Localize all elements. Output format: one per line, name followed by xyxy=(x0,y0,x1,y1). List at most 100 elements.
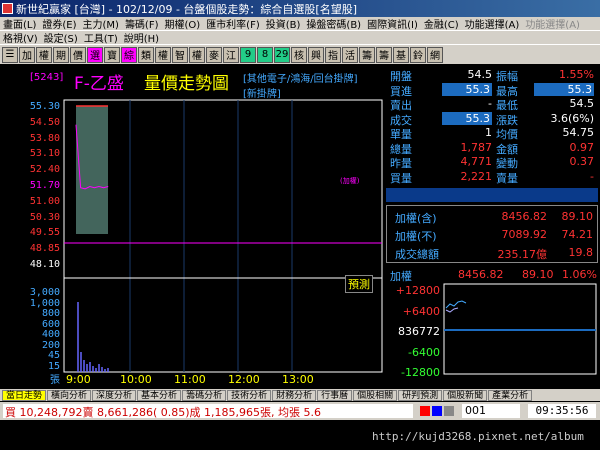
tab-8[interactable]: 個股相關 xyxy=(353,389,398,401)
toolbar-button[interactable]: 類 xyxy=(138,46,154,63)
toolbar-button[interactable]: 8 xyxy=(257,46,273,63)
menu-item[interactable]: 格視(V) xyxy=(0,30,41,45)
volume-tick-label: 45 xyxy=(47,350,60,361)
volume-tick-label: 400 xyxy=(41,329,60,340)
index-row: 成交總額 235.17億 19.8 xyxy=(387,246,599,261)
toolbar-button[interactable]: 籌 xyxy=(376,46,392,63)
menu-item[interactable]: 工具(T) xyxy=(81,30,121,45)
tab-5[interactable]: 技術分析 xyxy=(227,389,272,401)
quote-row: 單量 1 均價 54.75 xyxy=(386,126,598,141)
menu-item[interactable]: 期權(O) xyxy=(162,16,204,31)
toolbar-button[interactable]: 麥 xyxy=(206,46,222,63)
time-tick-label: 9:00 xyxy=(66,373,91,386)
stock-id: [5243] xyxy=(30,72,64,83)
index-row: 加權(不) 7089.92 74.21 xyxy=(387,228,599,243)
tab-9[interactable]: 研判預測 xyxy=(398,389,443,401)
index-label: 成交總額 xyxy=(395,248,439,261)
toolbar-button[interactable]: 綜 xyxy=(121,46,137,63)
quote-row: 開盤 54.5 振幅 1.55% xyxy=(386,68,598,83)
toolbar: ☰ 加 權 期 價 選 寶 綜 類 權 智 權 麥 江 9 8 29 核 興 指… xyxy=(0,45,600,64)
price-tick-label: 48.85 xyxy=(29,243,60,255)
quote-value: 3.6(6%) xyxy=(550,111,594,125)
clock: 09:35:56 xyxy=(528,404,596,418)
toolbar-button[interactable]: 智 xyxy=(172,46,188,63)
toolbar-button[interactable]: 寶 xyxy=(104,46,120,63)
toolbar-button[interactable]: 加 xyxy=(19,46,35,63)
quote-label: 賣量 xyxy=(496,171,518,185)
category-link[interactable]: [新掛牌] xyxy=(243,85,281,100)
toolbar-button[interactable]: 基 xyxy=(393,46,409,63)
title-bar: 新世紀贏家 [台灣] - 102/12/09 - 台盤個股走勢：綜合自選股[名望… xyxy=(0,0,600,17)
red-indicator xyxy=(420,406,430,416)
toolbar-button[interactable]: 網 xyxy=(427,46,443,63)
toolbar-button[interactable]: 選 xyxy=(87,46,103,63)
toolbar-button[interactable]: ☰ xyxy=(2,46,18,63)
toolbar-button[interactable]: 價 xyxy=(70,46,86,63)
menu-item[interactable]: 畫面(L) xyxy=(0,16,39,31)
watermark: http://kujd3268.pixnet.net/album xyxy=(372,430,584,443)
toolbar-button[interactable]: 鈴 xyxy=(410,46,426,63)
tab-0[interactable]: 當日走勢 xyxy=(2,389,47,401)
volume-tick-label: 15 xyxy=(47,360,60,372)
menu-item-disabled: 功能選擇(A) xyxy=(525,20,580,31)
menu-item[interactable]: 金融(C) xyxy=(421,16,462,31)
toolbar-button[interactable]: 期 xyxy=(53,46,69,63)
gray-indicator xyxy=(444,406,454,416)
tab-2[interactable]: 深度分析 xyxy=(92,389,137,401)
index-row: 加權(含) 8456.82 89.10 xyxy=(387,210,599,225)
index-change: 19.8 xyxy=(568,246,594,259)
index-change: 74.21 xyxy=(561,228,594,241)
time-tick-label: 12:00 xyxy=(228,373,260,386)
menu-item[interactable]: 國際資訊(I) xyxy=(364,16,421,31)
toolbar-button[interactable]: 核 xyxy=(291,46,307,63)
status-bar: 買 10,248,792賣 8,661,286( 0.85)成 1,185,96… xyxy=(0,402,600,420)
quote-row: 昨量 4,771 變動 0.37 xyxy=(386,155,598,170)
toolbar-button[interactable]: 9 xyxy=(240,46,256,63)
category-link[interactable]: [其他電子/鴻海/回台掛牌] xyxy=(243,70,358,85)
tab-6[interactable]: 財務分析 xyxy=(272,389,317,401)
toolbar-button[interactable]: 權 xyxy=(36,46,52,63)
toolbar-button[interactable]: 29 xyxy=(274,46,290,63)
menu-item[interactable]: 操盤密碼(B) xyxy=(303,16,364,31)
toolbar-button[interactable]: 興 xyxy=(308,46,324,63)
quote-value: 2,221 xyxy=(460,169,493,183)
index-mini-chart[interactable]: 加權 8456.82 89.10 1.06% +12800 +6400 836772… xyxy=(386,268,598,379)
tab-3[interactable]: 基本分析 xyxy=(137,389,182,401)
menu-bar-main: 畫面(L) 證券(E) 主力(M) 籌碼(F) 期權(O) 匯市利率(F) 投資… xyxy=(0,17,600,31)
menu-item[interactable]: 說明(H) xyxy=(121,30,162,45)
toolbar-button[interactable]: 指 xyxy=(325,46,341,63)
market-ticker: 買 10,248,792賣 8,661,286( 0.85)成 1,185,96… xyxy=(3,404,413,418)
menu-item[interactable]: 匯市利率(F) xyxy=(203,16,263,31)
analysis-tabs: 當日走勢 橫向分析 深度分析 基本分析 籌碼分析 技術分析 財務分析 行事曆 個股相關 研判預測個… xyxy=(0,389,600,401)
tab-7[interactable]: 行事曆 xyxy=(317,389,353,401)
toolbar-button[interactable]: 權 xyxy=(189,46,205,63)
tab-10[interactable]: 個股新聞 xyxy=(443,389,488,401)
toolbar-button[interactable]: 權 xyxy=(155,46,171,63)
index-value: 8456.82 xyxy=(501,210,548,223)
menu-item[interactable]: 證券(E) xyxy=(39,16,79,31)
time-tick-label: 13:00 xyxy=(282,373,314,386)
quote-row: 賣出 - 最低 54.5 xyxy=(386,97,598,112)
menu-item[interactable]: 設定(S) xyxy=(41,30,81,45)
predict-button[interactable]: 預測 xyxy=(345,275,373,293)
tab-11[interactable]: 產業分析 xyxy=(488,389,533,401)
quote-panel: 開盤 54.5 振幅 1.55% 買進 55.3 最高 55.3 賣出 - 最低 54.5 成交 55.3… xyxy=(386,68,598,186)
menu-item[interactable]: 功能選擇(A) xyxy=(462,16,523,31)
chart-grid xyxy=(64,100,382,372)
price-tick-label: 52.40 xyxy=(29,164,60,176)
toolbar-button[interactable]: 活 xyxy=(342,46,358,63)
tab-4[interactable]: 籌碼分析 xyxy=(182,389,227,401)
tab-1[interactable]: 橫向分析 xyxy=(47,389,92,401)
toolbar-button[interactable]: 江 xyxy=(223,46,239,63)
menu-item[interactable]: 籌碼(F) xyxy=(122,16,162,31)
page-number[interactable]: 001 xyxy=(462,404,520,418)
toolbar-button[interactable]: 籌 xyxy=(359,46,375,63)
menu-item[interactable]: 主力(M) xyxy=(80,16,122,31)
quote-value: 55.3 xyxy=(534,82,594,96)
quote-value: 54.5 xyxy=(569,97,595,110)
menu-item[interactable]: 投資(B) xyxy=(263,16,304,31)
index-change: 89.10 xyxy=(561,210,594,223)
quote-value: 54.75 xyxy=(562,126,595,139)
mini-tick-label: +12800 xyxy=(395,284,440,297)
index-summary: 加權(含) 8456.82 89.10 加權(不) 7089.92 74.21 成交總額 23… xyxy=(386,205,598,263)
